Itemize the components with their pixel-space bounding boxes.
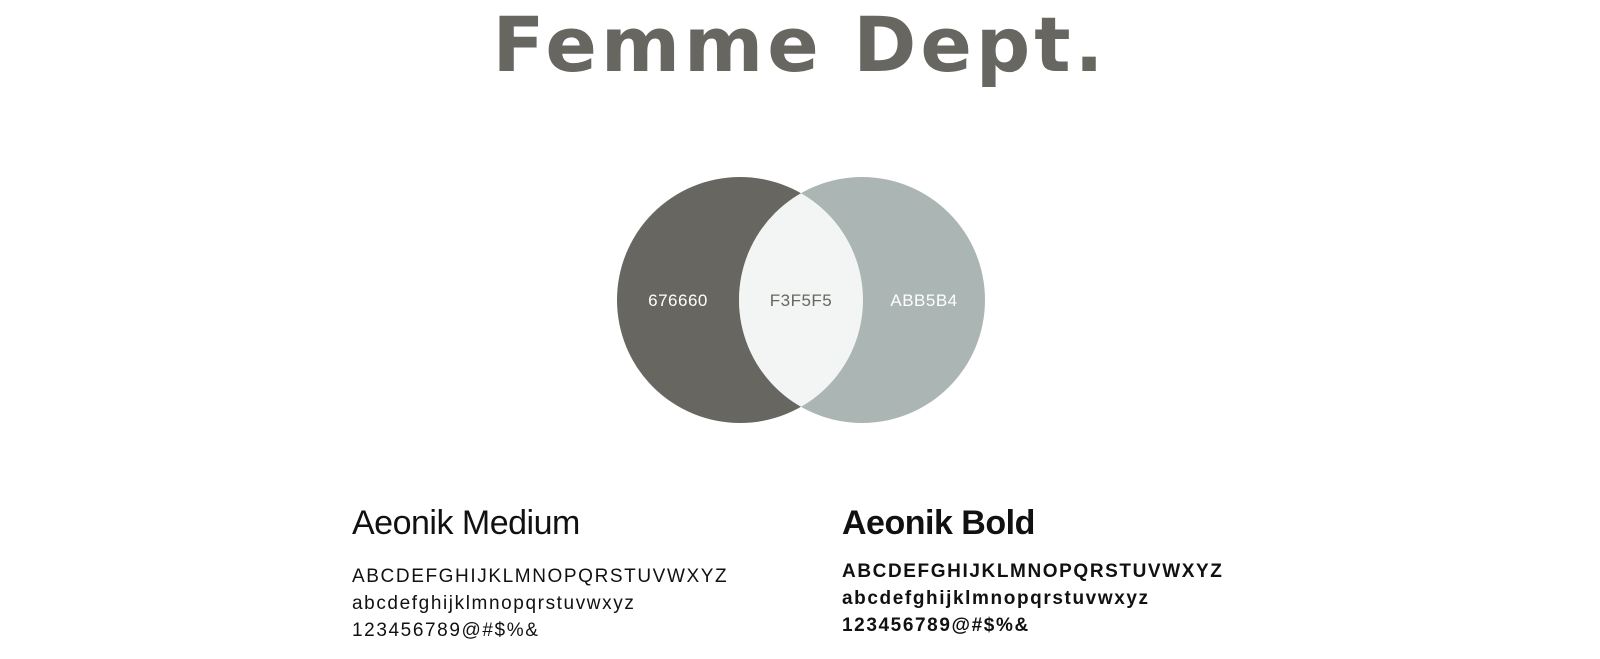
typeface-medium-specimen: Aeonik Medium ABCDEFGHIJKLMNOPQRSTUVWXYZ… — [352, 502, 728, 644]
typeface-medium-samples: ABCDEFGHIJKLMNOPQRSTUVWXYZ abcdefghijklm… — [352, 563, 728, 644]
swatch-grey-label: ABB5B4 — [890, 291, 957, 310]
typeface-medium-name: Aeonik Medium — [352, 504, 580, 542]
typeface-bold-samples: ABCDEFGHIJKLMNOPQRSTUVWXYZ abcdefghijklm… — [842, 558, 1224, 639]
typeface-bold-uppercase: ABCDEFGHIJKLMNOPQRSTUVWXYZ — [842, 561, 1224, 582]
typeface-bold-numerals: 123456789@#$%& — [842, 615, 1030, 636]
swatch-dark-label: 676660 — [648, 291, 708, 310]
typeface-medium-uppercase: ABCDEFGHIJKLMNOPQRSTUVWXYZ — [352, 566, 729, 587]
typeface-bold-lowercase: abcdefghijklmnopqrstuvwxyz — [842, 588, 1150, 609]
typeface-medium-numerals: 123456789@#$%& — [352, 620, 540, 641]
color-palette-venn: 676660 F3F5F5 ABB5B4 — [617, 177, 985, 423]
typeface-bold-specimen: Aeonik Bold ABCDEFGHIJKLMNOPQRSTUVWXYZ a… — [842, 502, 1224, 639]
swatch-light-label: F3F5F5 — [770, 291, 833, 310]
typeface-medium-lowercase: abcdefghijklmnopqrstuvwxyz — [352, 593, 636, 614]
typeface-bold-name: Aeonik Bold — [842, 504, 1035, 542]
